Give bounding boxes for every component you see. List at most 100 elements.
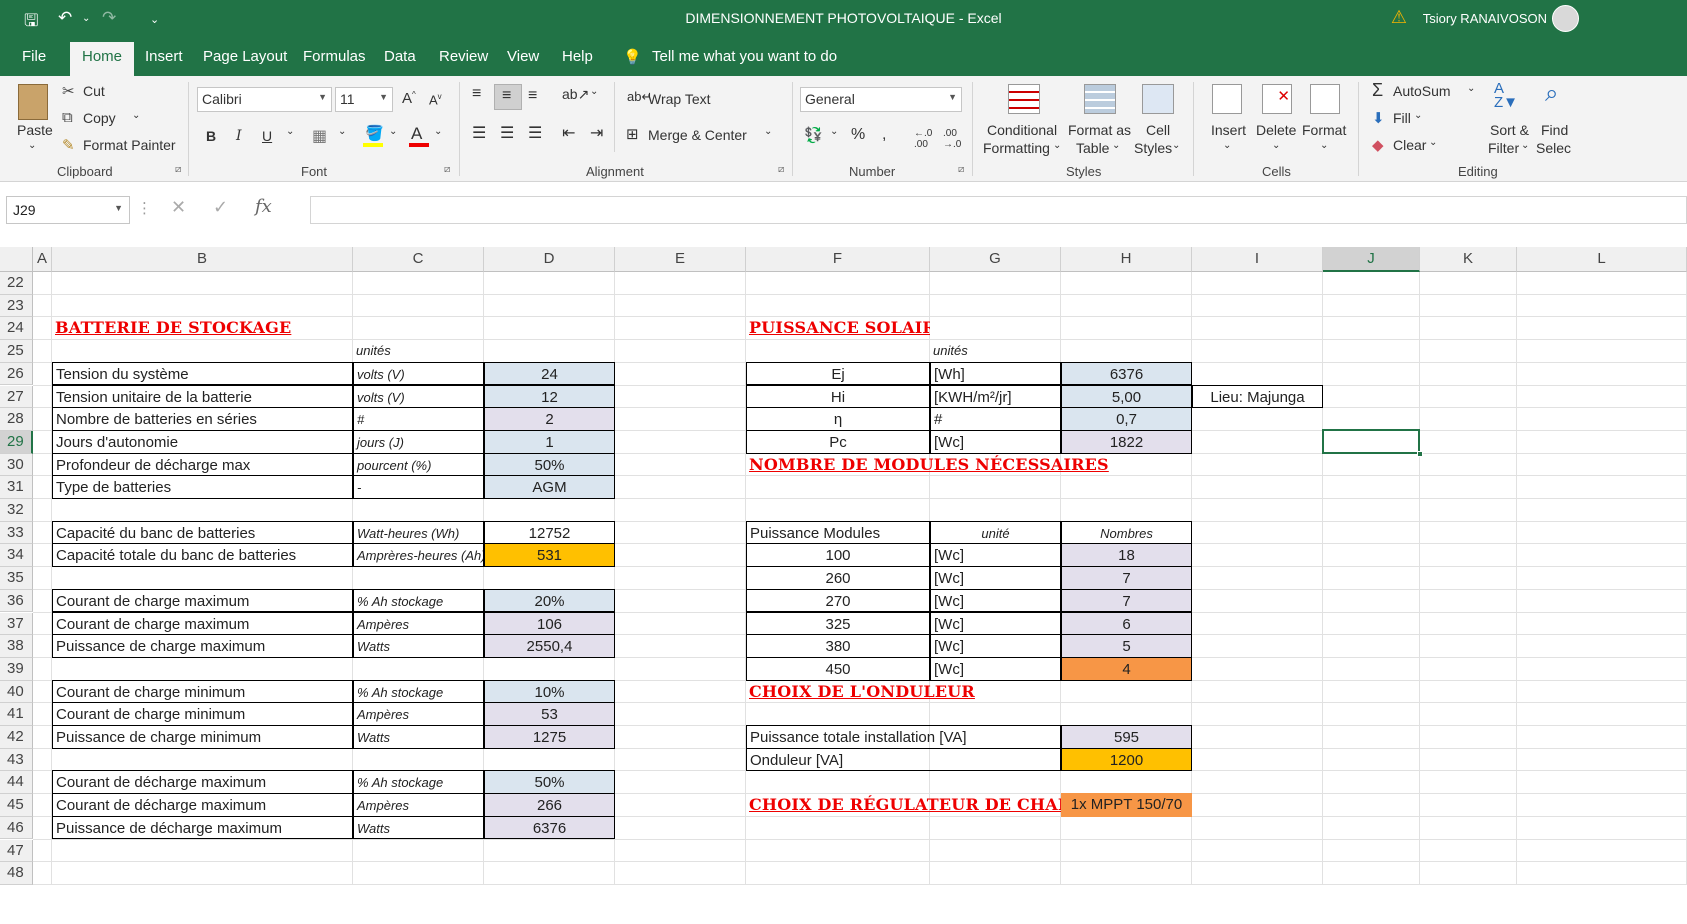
enter-icon[interactable]: ✓ xyxy=(213,197,228,218)
column-header[interactable]: G xyxy=(930,247,1061,272)
param-unit[interactable]: Ampères xyxy=(353,793,484,817)
row-header[interactable]: 46 xyxy=(0,816,33,840)
param-value[interactable]: 1275 xyxy=(484,725,615,749)
underline-button[interactable]: U xyxy=(262,128,272,144)
param-unit[interactable]: # xyxy=(353,407,484,431)
module-power[interactable]: 450 xyxy=(746,656,930,681)
onduleur-value[interactable]: 1200 xyxy=(1061,747,1192,772)
solaire-label[interactable]: Hi xyxy=(746,384,930,409)
font-color-icon[interactable]: A xyxy=(411,124,422,144)
tab-page-layout[interactable]: Page Layout xyxy=(203,48,287,65)
merge-center-button[interactable]: Merge & Center xyxy=(648,127,747,143)
cell-styles-button[interactable]: Cell xyxy=(1146,122,1170,138)
align-center-icon[interactable]: ☰ xyxy=(500,123,514,143)
tab-formulas[interactable]: Formulas xyxy=(303,48,366,65)
user-name[interactable]: Tsiory RANAIVOSON xyxy=(1423,11,1547,26)
param-value[interactable]: 10% xyxy=(484,679,615,704)
section-title-batterie[interactable]: BATTERIE DE STOCKAGE xyxy=(52,316,353,340)
font-name-combo[interactable]: Calibri ▼ xyxy=(197,87,332,112)
param-unit[interactable]: Watts xyxy=(353,725,484,749)
solaire-value[interactable]: 6376 xyxy=(1061,361,1192,386)
font-color-dropdown-icon[interactable]: ⌄ xyxy=(434,126,442,137)
module-unit[interactable]: [Wc] xyxy=(930,634,1061,658)
delete-dropdown-icon[interactable]: ⌄ xyxy=(1272,140,1280,151)
param-value[interactable]: 2 xyxy=(484,407,615,431)
tab-file[interactable]: File xyxy=(22,48,46,65)
param-unit[interactable]: Watts xyxy=(353,815,484,840)
row-header[interactable]: 22 xyxy=(0,272,33,295)
param-value[interactable]: 266 xyxy=(484,793,615,817)
row-header[interactable]: 24 xyxy=(0,317,33,341)
regulateur-value[interactable]: 1x MPPT 150/70 xyxy=(1061,793,1192,817)
param-value[interactable]: 1 xyxy=(484,429,615,454)
autosum-dropdown-icon[interactable]: ⌄ xyxy=(1467,83,1475,94)
param-label[interactable]: Capacité du banc de batteries xyxy=(52,520,353,545)
unit-header[interactable]: unités xyxy=(930,339,1061,363)
align-top-icon[interactable]: ≡ xyxy=(472,85,481,103)
font-size-combo[interactable]: 11 ▼ xyxy=(335,87,393,112)
param-value[interactable]: 24 xyxy=(484,361,615,386)
param-value[interactable]: 50% xyxy=(484,770,615,795)
param-label[interactable]: Nombre de batteries en séries xyxy=(52,407,353,431)
increase-font-icon[interactable]: A^ xyxy=(402,90,416,107)
clear-dropdown-icon[interactable]: ⌄ xyxy=(1429,137,1437,148)
orientation-icon[interactable]: ab↗ xyxy=(562,86,589,103)
row-header[interactable]: 25 xyxy=(0,340,33,363)
row-header[interactable]: 30 xyxy=(0,453,33,477)
comma-style-icon[interactable]: , xyxy=(882,126,886,144)
accounting-format-icon[interactable]: 💱 xyxy=(804,126,823,144)
row-header[interactable]: 40 xyxy=(0,680,33,704)
chevron-down-icon[interactable]: ▼ xyxy=(114,203,123,213)
solaire-unit[interactable]: [KWH/m²/jr] xyxy=(930,384,1061,409)
format-as-table-label[interactable]: Table xyxy=(1076,140,1109,156)
borders-icon[interactable]: ▦ xyxy=(312,126,327,146)
merge-center-icon[interactable]: ⊞ xyxy=(626,125,639,143)
clear-button[interactable]: Clear xyxy=(1393,137,1426,153)
dialog-launcher-icon[interactable]: ⧄ xyxy=(175,164,181,175)
param-unit[interactable]: % Ah stockage xyxy=(353,588,484,613)
insert-cells-icon[interactable] xyxy=(1212,84,1242,114)
sigma-icon[interactable]: Σ xyxy=(1372,80,1383,101)
paste-dropdown-icon[interactable]: ⌄ xyxy=(28,140,36,151)
autosum-button[interactable]: AutoSum xyxy=(1393,83,1451,99)
row-header[interactable]: 23 xyxy=(0,294,33,318)
insert-dropdown-icon[interactable]: ⌄ xyxy=(1223,140,1231,151)
module-count[interactable]: 4 xyxy=(1061,656,1192,681)
select-all-corner[interactable] xyxy=(0,247,33,272)
solaire-label[interactable]: η xyxy=(746,407,930,431)
param-value[interactable]: 12752 xyxy=(484,520,615,545)
row-header[interactable]: 34 xyxy=(0,544,33,568)
modules-header[interactable]: unité xyxy=(930,520,1061,545)
scissors-icon[interactable]: ✂ xyxy=(62,82,75,100)
decrease-indent-icon[interactable]: ⇤ xyxy=(562,123,575,143)
merge-dropdown-icon[interactable]: ⌄ xyxy=(764,126,772,137)
module-count[interactable]: 18 xyxy=(1061,543,1192,568)
number-format-combo[interactable]: General ▼ xyxy=(800,87,962,112)
fill-down-icon[interactable]: ⬇ xyxy=(1372,109,1385,127)
row-header[interactable]: 33 xyxy=(0,521,33,545)
column-header[interactable]: L xyxy=(1517,247,1687,272)
dialog-launcher-icon[interactable]: ⧄ xyxy=(958,164,964,175)
onduleur-label[interactable]: Onduleur [VA] xyxy=(746,747,1061,772)
param-label[interactable]: Profondeur de décharge max xyxy=(52,452,353,477)
param-label[interactable]: Tension unitaire de la batterie xyxy=(52,384,353,409)
module-unit[interactable]: [Wc] xyxy=(930,588,1061,613)
percent-style-icon[interactable]: % xyxy=(851,126,865,144)
tell-me-box[interactable]: Tell me what you want to do xyxy=(652,48,837,65)
column-header[interactable]: D xyxy=(484,247,615,272)
param-label[interactable]: Courant de décharge maximum xyxy=(52,793,353,817)
cell-styles-icon[interactable] xyxy=(1142,84,1174,114)
eraser-icon[interactable]: ◆ xyxy=(1372,136,1384,154)
param-value[interactable]: 106 xyxy=(484,611,615,636)
row-header[interactable]: 45 xyxy=(0,794,33,817)
warning-icon[interactable]: ⚠ xyxy=(1391,7,1407,28)
tab-view[interactable]: View xyxy=(507,48,539,65)
copy-icon[interactable]: ⧉ xyxy=(62,109,73,126)
param-label[interactable]: Puissance de décharge maximum xyxy=(52,815,353,840)
section-title-regulateur[interactable]: CHOIX DE RÉGULATEUR DE CHARGE xyxy=(746,793,1061,817)
param-unit[interactable]: Watt-heures (Wh) xyxy=(353,520,484,545)
row-header[interactable]: 39 xyxy=(0,657,33,681)
solaire-value[interactable]: 5,00 xyxy=(1061,384,1192,409)
module-unit[interactable]: [Wc] xyxy=(930,656,1061,681)
param-unit[interactable]: jours (J) xyxy=(353,429,484,454)
